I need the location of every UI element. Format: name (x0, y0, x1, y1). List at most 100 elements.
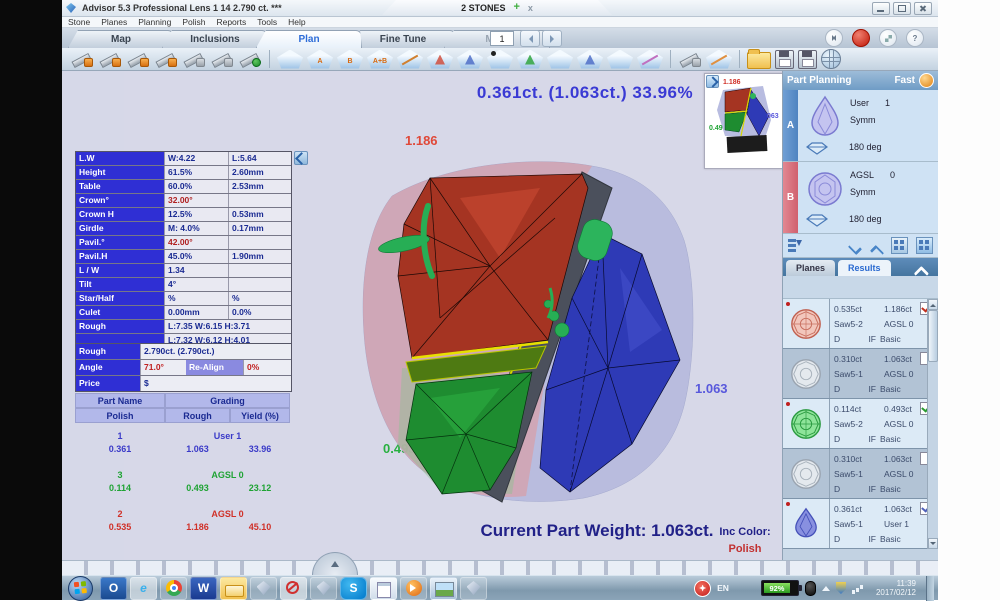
tab-map[interactable]: Map (68, 30, 174, 48)
close-button[interactable] (914, 2, 932, 15)
saw-tool-icon[interactable] (70, 50, 94, 68)
menu-planning[interactable]: Planning (138, 17, 171, 27)
realign-button[interactable]: Re-Align (186, 360, 243, 375)
menu-reports[interactable]: Reports (216, 17, 246, 27)
tab-results[interactable]: Results (838, 260, 891, 276)
saw-wide-tool-icon[interactable] (98, 50, 122, 68)
scissors-dotted-icon[interactable] (126, 50, 150, 68)
action-center-icon[interactable] (836, 582, 846, 594)
diamond-doc-icon[interactable] (607, 50, 633, 69)
layout-button[interactable] (879, 29, 897, 47)
maximize-button[interactable] (893, 2, 911, 15)
grading-group-green[interactable]: 3AGSL 0 0.1140.49323.12 (75, 470, 290, 496)
tab-planes[interactable]: Planes (786, 260, 835, 276)
diamond-remove-icon[interactable] (637, 50, 663, 69)
show-desktop-button[interactable] (926, 576, 934, 601)
diamond-green-icon[interactable] (517, 50, 543, 69)
chevron-down-icon[interactable] (847, 242, 861, 250)
battery-indicator[interactable]: 92% (761, 580, 799, 596)
photo-viewer-icon[interactable] (430, 577, 457, 600)
prev-page-button[interactable] (520, 30, 540, 47)
diamond-plain-icon[interactable] (277, 50, 303, 69)
chrome-icon[interactable] (160, 577, 187, 600)
scissors-icon[interactable] (154, 50, 178, 68)
add-stone-icon[interactable]: + (513, 3, 519, 12)
help-button[interactable]: ? (906, 29, 924, 47)
menu-tools[interactable]: Tools (257, 17, 277, 27)
redo-cloud-icon[interactable] (706, 50, 732, 69)
thumbnail-view[interactable]: 1.186 0.49 063 (704, 73, 786, 169)
clip-tool-icon[interactable] (182, 50, 206, 68)
tab-inclusions[interactable]: Inclusions (162, 30, 268, 48)
menu-polish[interactable]: Polish (182, 17, 205, 27)
scroll-thumb[interactable] (928, 310, 938, 362)
internet-explorer-icon[interactable]: e (130, 577, 157, 600)
mode-icon[interactable] (919, 73, 934, 88)
notepad-icon[interactable] (370, 577, 397, 600)
advisor-app-icon[interactable] (250, 577, 277, 600)
results-scrollbar[interactable] (927, 299, 938, 549)
outlook-icon[interactable]: O (100, 577, 127, 600)
diamond-split-icon[interactable] (457, 50, 483, 69)
diamond-a-icon[interactable]: A (307, 50, 333, 69)
grading-group-red[interactable]: 2AGSL 0 0.5351.18645.10 (75, 509, 290, 535)
minimize-button[interactable] (872, 2, 890, 15)
globe-icon[interactable] (821, 49, 841, 69)
expand-table-icon[interactable] (294, 151, 308, 165)
blocked-app-icon[interactable] (280, 577, 307, 600)
grading-group-blue[interactable]: 1User 1 0.3611.06333.96 (75, 431, 290, 457)
tray-app-icon[interactable] (694, 580, 711, 597)
next-page-button[interactable] (542, 30, 562, 47)
menu-stone[interactable]: Stone (68, 17, 90, 27)
stone-document-tab[interactable]: 2 STONES + x (382, 0, 612, 15)
chevron-up-icon[interactable] (869, 242, 883, 250)
language-indicator[interactable]: EN (717, 583, 729, 593)
close-stone-icon[interactable]: x (528, 3, 533, 13)
start-button[interactable] (68, 576, 93, 601)
network-icon[interactable] (852, 583, 864, 594)
part-b-section[interactable]: B AGSL0 Symm 180 deg (783, 162, 938, 234)
diamond-b-icon[interactable]: B (337, 50, 363, 69)
result-row[interactable]: 0.535ct1.186ct Saw5-2AGSL 0 DIFBasic (783, 299, 938, 349)
delete-saw-icon[interactable] (210, 50, 234, 68)
open-folder-icon[interactable] (747, 52, 771, 69)
part-a-tab[interactable]: A (783, 90, 798, 161)
skype-icon[interactable]: S (340, 577, 367, 600)
part-b-tab[interactable]: B (783, 162, 798, 233)
swap-view-button[interactable] (825, 29, 843, 47)
advisor-app-icon[interactable] (460, 577, 487, 600)
record-button[interactable] (852, 29, 870, 47)
undo-saw-icon[interactable] (238, 50, 262, 68)
tab-fine-tune[interactable]: Fine Tune (350, 30, 456, 48)
diamond-dot-icon[interactable] (487, 50, 513, 69)
sort-icon[interactable] (788, 238, 802, 253)
stamp-icon[interactable] (678, 50, 702, 68)
advisor-app-icon[interactable] (310, 577, 337, 600)
save-icon[interactable] (775, 50, 794, 69)
show-hidden-icons[interactable] (822, 582, 830, 591)
result-row[interactable]: 0.361ct1.063ct Saw5-1User 1 DIFBasic (783, 499, 938, 549)
file-explorer-icon[interactable] (220, 577, 247, 600)
tab-plan[interactable]: Plan (256, 30, 362, 48)
menu-planes[interactable]: Planes (101, 17, 127, 27)
expand-thumbnail-icon[interactable] (706, 75, 719, 88)
planes-grid-icon[interactable] (891, 237, 908, 254)
diamond-slash-blue-icon[interactable] (397, 50, 423, 69)
result-row[interactable]: 0.310ct1.063ct Saw5-1AGSL 0 DIFBasic (783, 349, 938, 399)
media-player-icon[interactable] (400, 577, 427, 600)
diamond-slash-red-icon[interactable] (427, 50, 453, 69)
expand-results-icon[interactable] (916, 237, 933, 254)
scroll-down-icon[interactable] (928, 538, 938, 549)
diamond-cluster-icon[interactable] (547, 50, 573, 69)
save-as-icon[interactable] (798, 50, 817, 69)
rough-3d-view[interactable] (340, 148, 760, 520)
diamond-ab-icon[interactable]: A+B (367, 50, 393, 69)
taskbar-clock[interactable]: 11:39 2017/02/12 (870, 579, 916, 597)
word-icon[interactable]: W (190, 577, 217, 600)
menu-help[interactable]: Help (288, 17, 305, 27)
result-row[interactable]: 0.114ct0.493ct Saw5-2AGSL 0 DIFBasic (783, 399, 938, 449)
page-number-box[interactable]: 1 (490, 31, 514, 46)
result-row[interactable]: 0.310ct1.063ct Saw5-1AGSL 0 DIFBasic (783, 449, 938, 499)
collapse-icon[interactable] (918, 266, 930, 272)
scroll-up-icon[interactable] (928, 299, 938, 310)
